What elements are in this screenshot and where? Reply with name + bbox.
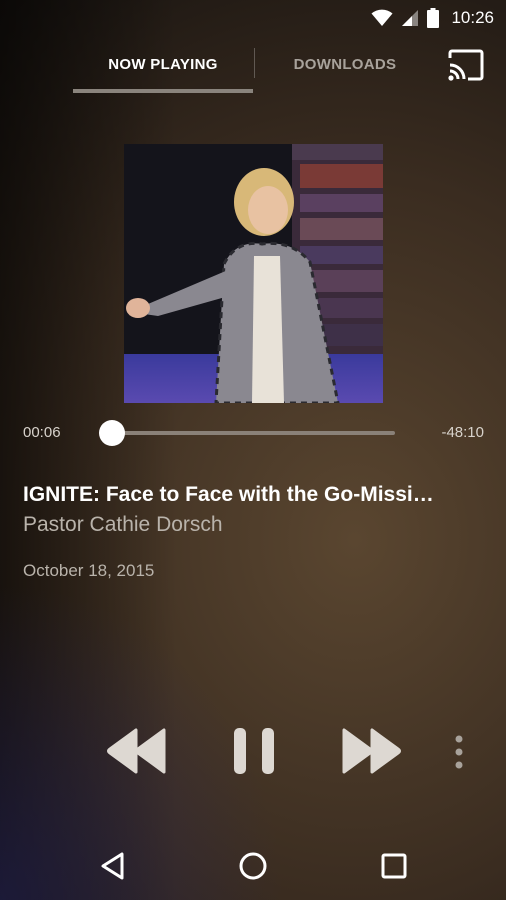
status-bar: 10:26 bbox=[0, 0, 506, 36]
top-tab-bar: NOW PLAYING DOWNLOADS bbox=[0, 38, 506, 94]
back-button[interactable] bbox=[94, 846, 134, 886]
wifi-icon bbox=[371, 9, 393, 26]
seek-bar[interactable] bbox=[112, 431, 395, 435]
seek-thumb[interactable] bbox=[99, 420, 125, 446]
cast-icon bbox=[448, 49, 484, 81]
rewind-icon bbox=[107, 728, 166, 774]
tab-downloads[interactable]: DOWNLOADS bbox=[255, 38, 435, 90]
battery-icon bbox=[427, 8, 440, 28]
fast-forward-icon bbox=[342, 728, 401, 774]
cast-button[interactable] bbox=[446, 48, 486, 82]
system-nav-bar bbox=[0, 832, 506, 900]
remaining-time: -48:10 bbox=[441, 424, 484, 441]
pause-icon bbox=[234, 728, 274, 774]
episode-title: IGNITE: Face to Face with the Go-Missi… bbox=[23, 483, 434, 506]
tab-now-playing[interactable]: NOW PLAYING bbox=[73, 38, 253, 90]
episode-artwork bbox=[124, 144, 383, 403]
pause-button[interactable] bbox=[232, 726, 276, 776]
active-tab-indicator bbox=[73, 89, 253, 93]
episode-date: October 18, 2015 bbox=[23, 561, 155, 580]
rewind-button[interactable] bbox=[104, 728, 168, 774]
more-vert-icon bbox=[455, 735, 463, 769]
recents-button[interactable] bbox=[374, 846, 414, 886]
home-button[interactable] bbox=[233, 846, 273, 886]
more-options-button[interactable] bbox=[452, 734, 466, 770]
home-icon bbox=[239, 852, 267, 880]
recents-icon bbox=[381, 853, 407, 879]
back-icon bbox=[101, 852, 124, 880]
fast-forward-button[interactable] bbox=[340, 728, 404, 774]
cell-signal-icon bbox=[402, 10, 419, 26]
status-time: 10:26 bbox=[451, 8, 494, 27]
speaker-name: Pastor Cathie Dorsch bbox=[23, 513, 223, 536]
elapsed-time: 00:06 bbox=[23, 424, 61, 441]
